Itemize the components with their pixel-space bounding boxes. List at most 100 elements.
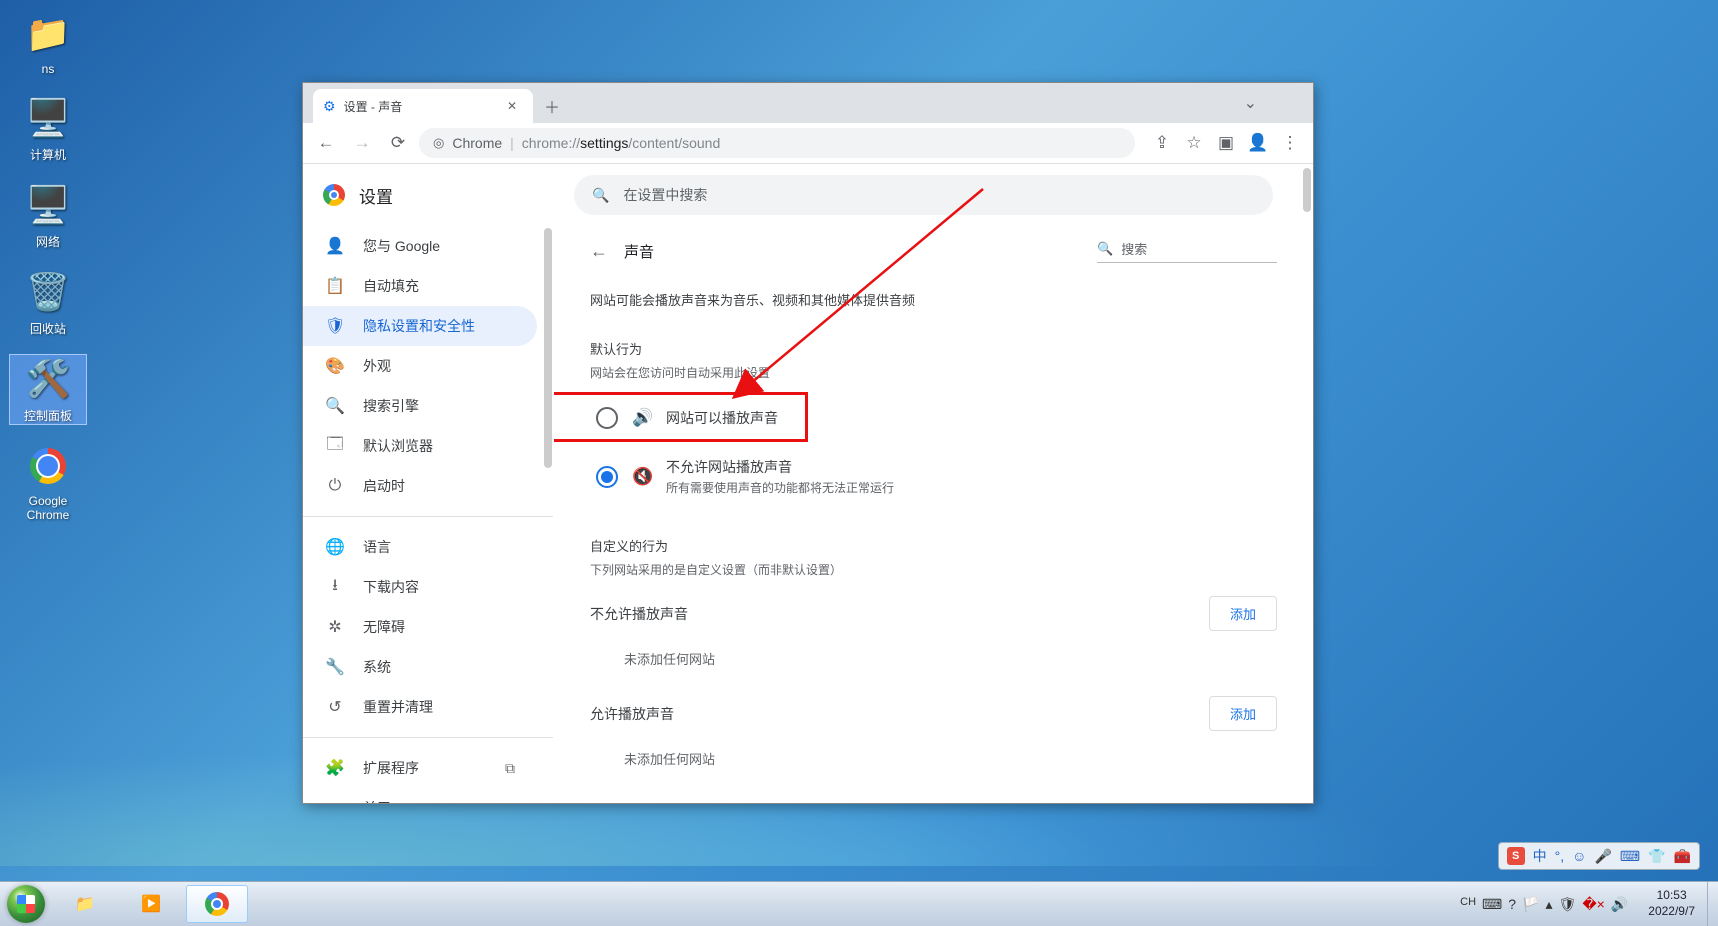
nav-autofill[interactable]: 📋自动填充	[303, 266, 537, 306]
annotation-highlight-box	[554, 392, 808, 442]
nav-extensions[interactable]: 🧩扩展程序⧉	[303, 748, 537, 788]
wrench-icon: 🔧	[325, 657, 345, 677]
block-empty-text: 未添加任何网站	[590, 631, 1277, 688]
tray-flag-icon[interactable]: 🏳️	[1522, 896, 1539, 913]
bookmark-star-icon[interactable]: ☆	[1179, 128, 1209, 158]
tabs-dropdown-icon[interactable]: ⌄	[1244, 93, 1257, 113]
chrome-logo-icon	[323, 184, 345, 206]
taskbar: 📁 ▶️ CH ⌨ ? 🏳️ ▴ 🛡 �× 🔊 10:53 2022/9/7	[0, 881, 1718, 926]
ime-mic-icon[interactable]: 🎤	[1594, 848, 1611, 865]
desktop-icon-recycle[interactable]: 🗑️回收站	[10, 268, 86, 337]
power-icon: ⏻	[325, 477, 345, 495]
allow-section-label: 允许播放声音	[590, 704, 674, 724]
tray-close-icon[interactable]: �×	[1582, 896, 1605, 913]
block-section-label: 不允许播放声音	[590, 604, 688, 624]
volume-mute-icon: 🔇	[632, 467, 652, 487]
taskbar-media-player[interactable]: ▶️	[120, 885, 182, 923]
url-scheme-label: Chrome	[452, 135, 502, 151]
taskbar-chrome[interactable]	[186, 885, 248, 923]
add-allow-site-button[interactable]: 添加	[1209, 696, 1277, 731]
ime-toolbox-icon[interactable]: 🧰	[1674, 848, 1691, 865]
nav-languages[interactable]: 🌐语言	[303, 527, 537, 567]
back-arrow-button[interactable]: ←	[590, 241, 608, 262]
shield-icon: 🛡	[325, 316, 345, 336]
settings-search-input[interactable]: 🔍 在设置中搜索	[574, 175, 1273, 215]
nav-search-engine[interactable]: 🔍搜索引擎	[303, 386, 537, 426]
nav-downloads[interactable]: ⭳下载内容	[303, 567, 537, 607]
add-block-site-button[interactable]: 添加	[1209, 596, 1277, 631]
address-bar[interactable]: ◎ Chrome | chrome://settings/content/sou…	[419, 128, 1135, 158]
nav-about-chrome[interactable]: 关于 Chrome	[303, 788, 537, 803]
share-icon[interactable]: ⇪	[1147, 128, 1177, 158]
nav-on-startup[interactable]: ⏻启动时	[303, 466, 537, 506]
nav-system[interactable]: 🔧系统	[303, 647, 537, 687]
nav-privacy-security[interactable]: 🛡隐私设置和安全性	[303, 306, 537, 346]
start-button[interactable]	[0, 882, 52, 926]
nav-reset[interactable]: ↺重置并清理	[303, 687, 537, 727]
tab-strip: ⚙ 设置 - 声音 ✕ ＋ ⌄	[303, 83, 1313, 123]
custom-behavior-label: 自定义的行为	[590, 536, 1277, 555]
chrome-menu-icon[interactable]: ⋮	[1275, 128, 1305, 158]
desktop-icons: 📁ns 🖥️计算机 🖥️网络 🗑️回收站 🛠️控制面板 Google Chrom…	[10, 10, 86, 540]
custom-behavior-sublabel: 下列网站采用的是自定义设置（而非默认设置）	[590, 561, 1277, 578]
radio-block-sound[interactable]: 🔇 不允许网站播放声音 所有需要使用声音的功能都将无法正常运行	[590, 443, 1277, 510]
clipboard-icon: 📋	[325, 276, 345, 296]
search-icon: 🔍	[592, 187, 609, 204]
settings-title: 设置	[359, 183, 393, 208]
tab-title: 设置 - 声音	[344, 98, 403, 115]
ime-keyboard-icon[interactable]: ⌨	[1620, 848, 1640, 865]
globe-icon: 🌐	[325, 537, 345, 557]
nav-accessibility[interactable]: ✲无障碍	[303, 607, 537, 647]
nav-forward-button[interactable]: →	[347, 128, 377, 158]
desktop-icon-control-panel[interactable]: 🛠️控制面板	[10, 355, 86, 424]
accessibility-icon: ✲	[325, 617, 345, 637]
taskbar-explorer[interactable]: 📁	[54, 885, 116, 923]
tray-help-icon[interactable]: ?	[1508, 896, 1516, 913]
page-description: 网站可能会播放声音来为音乐、视频和其他媒体提供音频	[590, 290, 1277, 309]
external-link-icon: ⧉	[505, 760, 515, 777]
tray-lang-label[interactable]: CH	[1460, 896, 1476, 913]
tray-shield-icon[interactable]: 🛡	[1559, 896, 1577, 913]
page-title: 声音	[624, 241, 654, 262]
address-toolbar: ← → ⟳ ◎ Chrome | chrome://settings/conte…	[303, 123, 1313, 164]
show-desktop-button[interactable]	[1707, 882, 1718, 926]
content-scrollbar[interactable]	[1303, 168, 1311, 212]
new-tab-button[interactable]: ＋	[541, 95, 563, 117]
system-tray[interactable]: CH ⌨ ? 🏳️ ▴ 🛡 �× 🔊	[1452, 896, 1636, 913]
ime-emoji-icon[interactable]: ☺	[1572, 848, 1586, 864]
page-search-input[interactable]: 🔍 搜索	[1097, 239, 1277, 263]
desktop-icon-ns[interactable]: 📁ns	[10, 10, 86, 76]
ime-toolbar[interactable]: S 中 °, ☺ 🎤 ⌨ 👕 🧰	[1498, 842, 1700, 870]
desktop-icon-network[interactable]: 🖥️网络	[10, 181, 86, 250]
settings-header: 设置	[303, 164, 553, 226]
ime-punct-icon[interactable]: °,	[1555, 848, 1565, 864]
search-icon: 🔍	[325, 396, 345, 416]
gear-icon: ⚙	[323, 98, 336, 115]
download-icon: ⭳	[325, 574, 345, 601]
nav-default-browser[interactable]: 🗔默认浏览器	[303, 426, 537, 466]
person-icon: 👤	[325, 236, 345, 256]
profile-avatar-icon[interactable]: 👤	[1243, 128, 1273, 158]
tray-volume-icon[interactable]: 🔊	[1611, 896, 1628, 913]
palette-icon: 🎨	[325, 356, 345, 376]
default-behavior-label: 默认行为	[590, 339, 1277, 358]
nav-reload-button[interactable]: ⟳	[383, 128, 413, 158]
sidebar-scrollbar[interactable]	[544, 228, 552, 468]
nav-back-button[interactable]: ←	[311, 128, 341, 158]
chrome-window: ─ ▢ ✕ ⚙ 设置 - 声音 ✕ ＋ ⌄ ← → ⟳ ◎ Chrome | c…	[302, 82, 1314, 804]
default-behavior-sublabel: 网站会在您访问时自动采用此设置	[590, 364, 1277, 381]
ime-skin-icon[interactable]: 👕	[1648, 848, 1665, 865]
puzzle-icon: 🧩	[325, 758, 345, 778]
browser-tab[interactable]: ⚙ 设置 - 声音 ✕	[313, 89, 533, 123]
taskbar-clock[interactable]: 10:53 2022/9/7	[1636, 888, 1707, 919]
ime-logo-icon: S	[1507, 847, 1525, 865]
reset-icon: ↺	[325, 697, 345, 717]
nav-appearance[interactable]: 🎨外观	[303, 346, 537, 386]
nav-you-and-google[interactable]: 👤您与 Google	[303, 226, 537, 266]
tray-chevron-up-icon[interactable]: ▴	[1546, 896, 1553, 913]
desktop-icon-chrome[interactable]: Google Chrome	[10, 442, 86, 522]
close-tab-icon[interactable]: ✕	[501, 95, 523, 117]
tray-keyboard-icon[interactable]: ⌨	[1482, 896, 1502, 913]
desktop-icon-computer[interactable]: 🖥️计算机	[10, 94, 86, 163]
side-panel-icon[interactable]: ▣	[1211, 128, 1241, 158]
